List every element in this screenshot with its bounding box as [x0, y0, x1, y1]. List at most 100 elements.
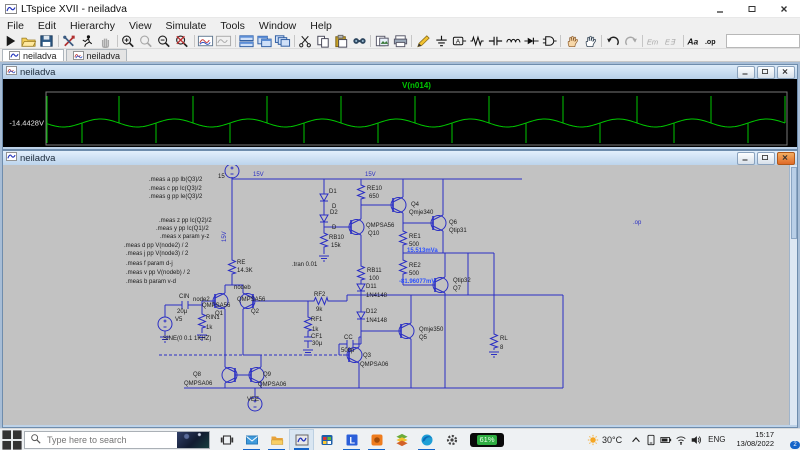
- capacitor-button[interactable]: [486, 33, 504, 48]
- schematic-label: RB11: [367, 268, 382, 274]
- schematic-label: Qtip31: [449, 228, 467, 234]
- copy-button[interactable]: [315, 33, 333, 48]
- rotate-button[interactable]: E∃: [663, 33, 681, 48]
- minimize-button[interactable]: [704, 0, 736, 17]
- redo-button[interactable]: [622, 33, 640, 48]
- taskbar-task-view-icon[interactable]: [214, 429, 239, 450]
- print-button[interactable]: [391, 33, 409, 48]
- taskbar-edge-icon[interactable]: [414, 429, 439, 450]
- zoom-out-button[interactable]: [156, 33, 174, 48]
- tile-vertical-button[interactable]: [256, 33, 274, 48]
- schematic-canvas[interactable]: .meas a pp Ib(Q3)/2.meas c pp Ic(Q3)/2.m…: [3, 165, 797, 425]
- schematic-label: 15V: [253, 172, 264, 178]
- schematic-label: 15: [218, 174, 225, 180]
- text-button[interactable]: Aa: [686, 33, 704, 48]
- your-phone-icon[interactable]: [643, 429, 658, 450]
- close-button[interactable]: [768, 0, 800, 17]
- maximize-button[interactable]: [757, 152, 775, 165]
- menu-edit[interactable]: Edit: [31, 20, 63, 32]
- clock[interactable]: 15:17 13/08/2022: [736, 431, 774, 448]
- zoom-back-button[interactable]: [138, 33, 156, 48]
- waveform-plot[interactable]: V(n014)-14.4428V: [3, 79, 797, 147]
- battery-widget[interactable]: 61%: [470, 433, 504, 447]
- menu-tools[interactable]: Tools: [213, 20, 252, 32]
- run-button[interactable]: [2, 33, 20, 48]
- tile-horizontal-button[interactable]: [238, 33, 256, 48]
- trace-name[interactable]: V(n014): [402, 81, 431, 90]
- action-center-icon[interactable]: 2: [780, 429, 800, 450]
- search-weather-thumbnail[interactable]: [177, 431, 209, 449]
- close-button[interactable]: [777, 152, 795, 165]
- menu-hierarchy[interactable]: Hierarchy: [63, 20, 122, 32]
- cut-button[interactable]: [297, 33, 315, 48]
- tab-neiladva-1[interactable]: neiladva: [66, 49, 128, 61]
- mirror-button[interactable]: Em: [645, 33, 663, 48]
- menu-view[interactable]: View: [122, 20, 159, 32]
- component-button[interactable]: [540, 33, 558, 48]
- waveform-window-titlebar[interactable]: neiladva: [3, 65, 797, 79]
- waveform-pane-2-button[interactable]: [215, 33, 233, 48]
- schematic-label: .op: [633, 220, 642, 226]
- minimize-button[interactable]: [737, 152, 755, 165]
- halt-button[interactable]: [79, 33, 97, 48]
- paste-button[interactable]: [332, 33, 350, 48]
- find-button[interactable]: [350, 33, 368, 48]
- temperature-label[interactable]: 30°C: [602, 435, 622, 445]
- copy-image-button[interactable]: [373, 33, 391, 48]
- menu-file[interactable]: File: [0, 20, 31, 32]
- resistor-symbol: [321, 231, 328, 249]
- open-button[interactable]: [20, 33, 38, 48]
- pause-button[interactable]: [97, 33, 115, 48]
- ground-button[interactable]: [432, 33, 450, 48]
- taskbar-settings-icon[interactable]: [439, 429, 464, 450]
- taskbar-ltspice-icon[interactable]: [289, 429, 314, 450]
- menu-help[interactable]: Help: [303, 20, 339, 32]
- tab-neiladva-0[interactable]: neiladva: [2, 49, 64, 61]
- minimize-button[interactable]: [737, 66, 755, 79]
- language-indicator[interactable]: ENG: [708, 435, 725, 444]
- waveform-pane-button[interactable]: [197, 33, 215, 48]
- schematic-label: 500: [409, 271, 420, 277]
- inductor-button[interactable]: [504, 33, 522, 48]
- chevron-up-icon[interactable]: [628, 429, 643, 450]
- menu-window[interactable]: Window: [252, 20, 303, 32]
- schematic-vertical-scrollbar[interactable]: [789, 165, 797, 425]
- taskbar-file-explorer-icon[interactable]: [264, 429, 289, 450]
- schematic-label: .meas g pp Ie(Q3)/2: [149, 194, 203, 200]
- battery-icon[interactable]: [658, 429, 673, 450]
- taskbar-app-orange-icon[interactable]: [364, 429, 389, 450]
- wire-button[interactable]: [414, 33, 432, 48]
- maximize-button[interactable]: [736, 0, 768, 17]
- undo-button[interactable]: [604, 33, 622, 48]
- close-button[interactable]: [777, 66, 795, 79]
- save-button[interactable]: [38, 33, 56, 48]
- wifi-icon[interactable]: [673, 429, 688, 450]
- start-button[interactable]: [0, 429, 24, 450]
- taskbar-toolbox-icon[interactable]: [314, 429, 339, 450]
- cascade-button[interactable]: [274, 33, 292, 48]
- net-label-button[interactable]: A: [450, 33, 468, 48]
- zoom-in-button[interactable]: [120, 33, 138, 48]
- scrollbar-thumb[interactable]: [791, 167, 797, 239]
- schematic-window-titlebar[interactable]: neiladva: [3, 151, 797, 165]
- spice-directive-button[interactable]: .op: [704, 33, 722, 48]
- taskbar-app-layers-icon[interactable]: [389, 429, 414, 450]
- menu-simulate[interactable]: Simulate: [159, 20, 214, 32]
- schematic-label: QMPSA56: [366, 223, 395, 229]
- search-input[interactable]: [45, 434, 177, 446]
- diode-button[interactable]: [522, 33, 540, 48]
- maximize-button[interactable]: [757, 66, 775, 79]
- weather-icon[interactable]: [585, 429, 600, 450]
- move-button[interactable]: [563, 33, 581, 48]
- zoom-extents-button[interactable]: [174, 33, 192, 48]
- tab-bar: neiladvaneiladva: [0, 49, 800, 62]
- taskbar-app-l-icon[interactable]: L: [339, 429, 364, 450]
- drag-button[interactable]: [581, 33, 599, 48]
- control-panel-button[interactable]: [61, 33, 79, 48]
- schematic-label: 30µ: [312, 341, 323, 347]
- search-box[interactable]: [24, 431, 210, 449]
- taskbar-mail-icon[interactable]: [239, 429, 264, 450]
- volume-icon[interactable]: [688, 429, 703, 450]
- schematic-label: .meas f param d-j: [126, 261, 173, 267]
- resistor-button[interactable]: [468, 33, 486, 48]
